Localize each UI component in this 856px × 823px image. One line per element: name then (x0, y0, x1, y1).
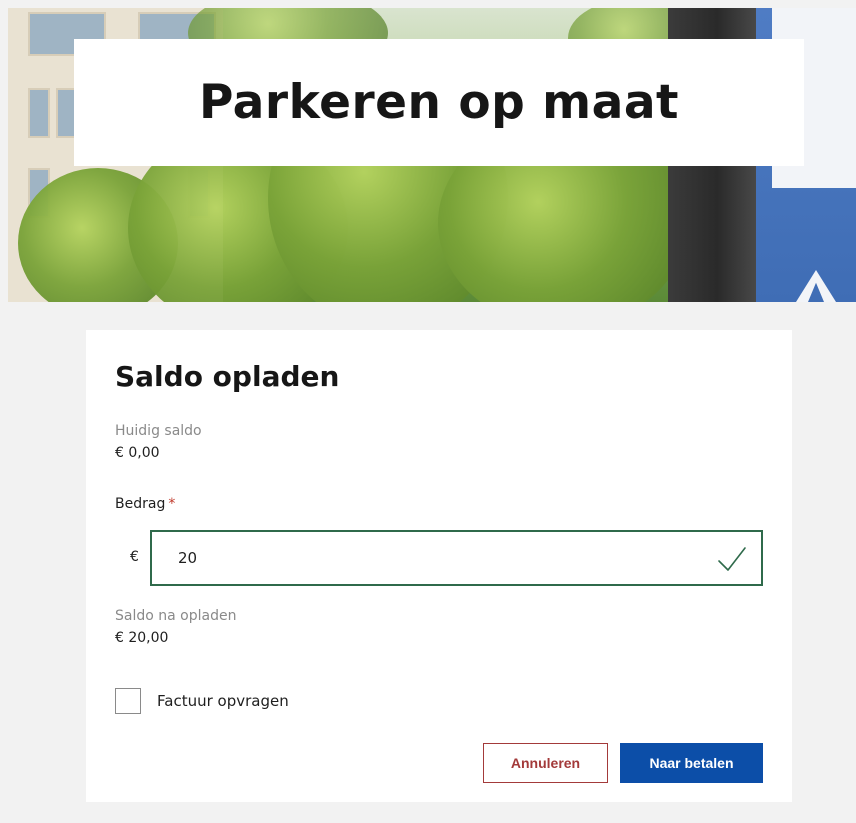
balance-after-label: Saldo na opladen (115, 608, 237, 624)
amount-label-text: Bedrag (115, 496, 166, 512)
amount-label: Bedrag * (115, 496, 175, 512)
balance-after-value: € 20,00 (115, 630, 169, 646)
required-marker: * (168, 496, 176, 512)
hero-banner: Parkeren op maat (8, 8, 856, 302)
checkmark-icon (718, 547, 746, 571)
hero-title-box: Parkeren op maat (74, 39, 804, 166)
current-balance-label: Huidig saldo (115, 423, 202, 439)
amount-input-value: 20 (178, 549, 198, 567)
invoice-checkbox-label[interactable]: Factuur opvragen (157, 692, 289, 710)
card-heading: Saldo opladen (115, 360, 340, 393)
cancel-button[interactable]: Annuleren (483, 743, 608, 783)
currency-symbol: € (130, 549, 139, 565)
amount-input[interactable]: 20 (150, 530, 763, 586)
invoice-checkbox[interactable] (115, 688, 141, 714)
current-balance-value: € 0,00 (115, 445, 160, 461)
topup-card: Saldo opladen Huidig saldo € 0,00 Bedrag… (86, 330, 792, 802)
page-title: Parkeren op maat (199, 75, 679, 130)
page: Parkeren op maat Saldo opladen Huidig sa… (8, 8, 856, 823)
pay-button[interactable]: Naar betalen (620, 743, 763, 783)
invoice-option[interactable]: Factuur opvragen (115, 688, 289, 714)
